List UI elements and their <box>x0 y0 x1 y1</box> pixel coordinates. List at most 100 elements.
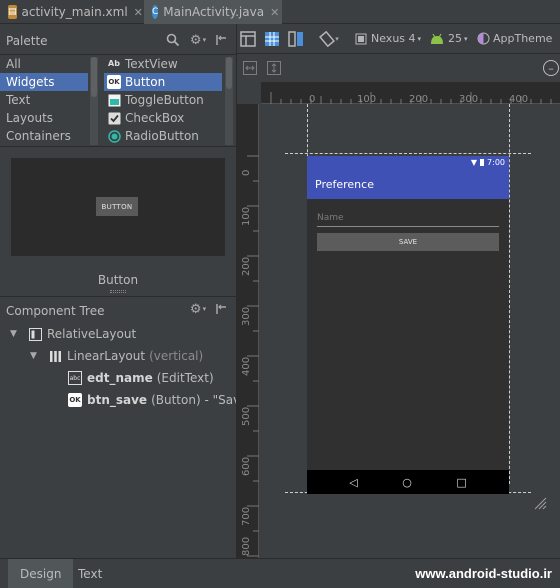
tree-node-label: edt_name <box>87 371 153 385</box>
preview-label: Button <box>97 273 139 287</box>
battery-icon <box>480 159 485 166</box>
status-bar: ▼ 7:00 <box>307 156 509 169</box>
search-icon[interactable] <box>164 31 182 49</box>
fit-height-icon[interactable] <box>265 59 283 77</box>
tree-node-sub: (vertical) <box>149 349 204 363</box>
palette-item-label: RadioButton <box>125 129 199 143</box>
settings-gear-icon[interactable]: ⚙ ▾ <box>186 300 210 318</box>
tree-node-linearlayout[interactable]: ▼ LinearLayout (vertical) <box>30 346 203 366</box>
palette-item-radiobutton[interactable]: RadioButton <box>104 127 222 145</box>
zoom-out-icon[interactable]: – <box>543 60 559 76</box>
category-layouts[interactable]: Layouts <box>0 109 88 127</box>
hide-panel-icon[interactable] <box>212 300 230 318</box>
tab-label: activity_main.xml <box>21 5 128 19</box>
palette-header: Palette ⚙ ▾ <box>0 30 236 52</box>
recents-icon[interactable]: □ <box>456 476 466 489</box>
palette-item-togglebutton[interactable]: ToggleButton <box>104 91 222 109</box>
palette-item-label: Button <box>125 75 166 89</box>
toggle-icon <box>107 93 121 107</box>
palette-item-checkbox[interactable]: CheckBox <box>104 109 222 127</box>
theme-selector[interactable]: AppTheme <box>477 32 552 45</box>
resize-handle-icon[interactable] <box>533 496 547 510</box>
ruler-label: 400 <box>241 356 252 376</box>
api-selector[interactable]: 25 ▾ <box>429 32 468 45</box>
horizontal-ruler: 0 100 200 300 400 <box>261 82 560 105</box>
linearlayout-icon <box>48 349 62 363</box>
widget-preview: BUTTON <box>11 158 225 256</box>
component-tree-title: Component Tree <box>6 304 105 318</box>
app-bar: Preference <box>307 169 509 199</box>
fit-width-icon[interactable] <box>241 59 259 77</box>
device-bounds-guide <box>285 153 531 154</box>
tab-label: MainActivity.java <box>163 5 265 19</box>
category-widgets[interactable]: Widgets <box>0 73 88 91</box>
tree-node-label: btn_save <box>87 393 148 407</box>
editor-tab-bar: ▤ activity_main.xml ✕ C MainActivity.jav… <box>0 0 560 24</box>
category-text[interactable]: Text <box>0 91 88 109</box>
items-scrollbar[interactable] <box>225 57 233 145</box>
category-all[interactable]: All <box>0 55 88 73</box>
tab-activity-main-xml[interactable]: ▤ activity_main.xml ✕ <box>0 0 143 24</box>
theme-icon <box>477 32 490 45</box>
settings-gear-icon[interactable]: ⚙ ▾ <box>186 31 210 49</box>
edt-name-field[interactable]: Name <box>317 213 499 227</box>
tab-design[interactable]: Design <box>8 559 74 588</box>
device-selector[interactable]: Nexus 4 ▾ <box>355 32 421 45</box>
category-containers[interactable]: Containers <box>0 127 88 145</box>
tree-node-sub: (EditText) <box>156 371 214 385</box>
button-icon: OK <box>68 393 82 407</box>
design-view-icon[interactable] <box>239 30 257 48</box>
left-panel: Palette ⚙ ▾ All Widgets Text Layouts Cont… <box>0 24 253 558</box>
app-title: Preference <box>315 177 374 191</box>
palette-title: Palette <box>6 34 48 48</box>
layout-canvas[interactable]: ▼ 7:00 Preference Name SAVE ◁ ○ □ <box>260 104 560 558</box>
categories-scrollbar[interactable] <box>90 57 98 145</box>
back-icon[interactable]: ◁ <box>349 476 357 489</box>
ruler-label: 800 <box>241 536 252 556</box>
tree-node-relativelayout[interactable]: ▼ RelativeLayout <box>10 324 136 344</box>
blueprint-view-icon[interactable] <box>263 30 281 48</box>
ruler-label: 500 <box>241 406 252 426</box>
component-tree-header: Component Tree ⚙ ▾ <box>0 296 236 320</box>
close-icon[interactable]: ✕ <box>270 6 279 19</box>
split-view-icon[interactable] <box>287 30 305 48</box>
orientation-icon[interactable]: ▾ <box>317 30 341 48</box>
vertical-ruler: 0 100 200 300 400 500 600 700 800 <box>237 104 259 558</box>
palette-item-label: ToggleButton <box>125 93 204 107</box>
ruler-label: 200 <box>241 256 252 276</box>
splitter-handle[interactable] <box>110 290 126 293</box>
tree-node-edt-name[interactable]: abc edt_name (EditText) <box>68 368 214 388</box>
expand-arrow-icon[interactable]: ▼ <box>10 329 22 339</box>
palette-item-label: TextView <box>125 57 178 71</box>
tree-node-btn-save[interactable]: OK btn_save (Button) - "Save" <box>68 390 253 410</box>
textview-icon: Ab <box>108 59 120 68</box>
palette-item-textview[interactable]: Ab TextView <box>104 55 222 73</box>
palette-item-button[interactable]: OK Button <box>104 73 222 91</box>
device-label: Nexus 4 <box>371 32 416 45</box>
palette-item-label: CheckBox <box>125 111 185 125</box>
ruler-label: 0 <box>241 169 252 176</box>
button-icon: OK <box>107 75 121 89</box>
home-icon[interactable]: ○ <box>402 476 412 489</box>
btn-save-button[interactable]: SAVE <box>317 233 499 251</box>
hide-panel-icon[interactable] <box>212 31 230 49</box>
tree-node-label: RelativeLayout <box>47 327 137 341</box>
device-icon <box>355 33 367 44</box>
tab-main-activity-java[interactable]: C MainActivity.java ✕ <box>144 0 282 24</box>
expand-arrow-icon[interactable]: ▼ <box>30 351 42 361</box>
device-screen[interactable]: ▼ 7:00 Preference Name SAVE ◁ ○ □ <box>307 156 509 494</box>
device-bounds-guide <box>509 104 510 484</box>
tab-text[interactable]: Text <box>66 559 114 588</box>
edittext-icon: abc <box>68 371 82 385</box>
navigation-bar: ◁ ○ □ <box>307 470 509 494</box>
theme-label: AppTheme <box>493 32 553 45</box>
design-toolbar: ▾ Nexus 4 ▾ 25 ▾ AppTheme <box>237 24 560 54</box>
ruler-label: 300 <box>241 306 252 326</box>
design-toolbar-secondary: – <box>237 54 560 82</box>
android-icon <box>431 33 443 44</box>
ruler-label: 700 <box>241 506 252 526</box>
watermark: www.android-studio.ir <box>415 566 552 581</box>
palette-body: All Widgets Text Layouts Containers Ab T… <box>0 54 236 147</box>
preview-button: BUTTON <box>96 197 138 216</box>
close-icon[interactable]: ✕ <box>134 6 143 19</box>
